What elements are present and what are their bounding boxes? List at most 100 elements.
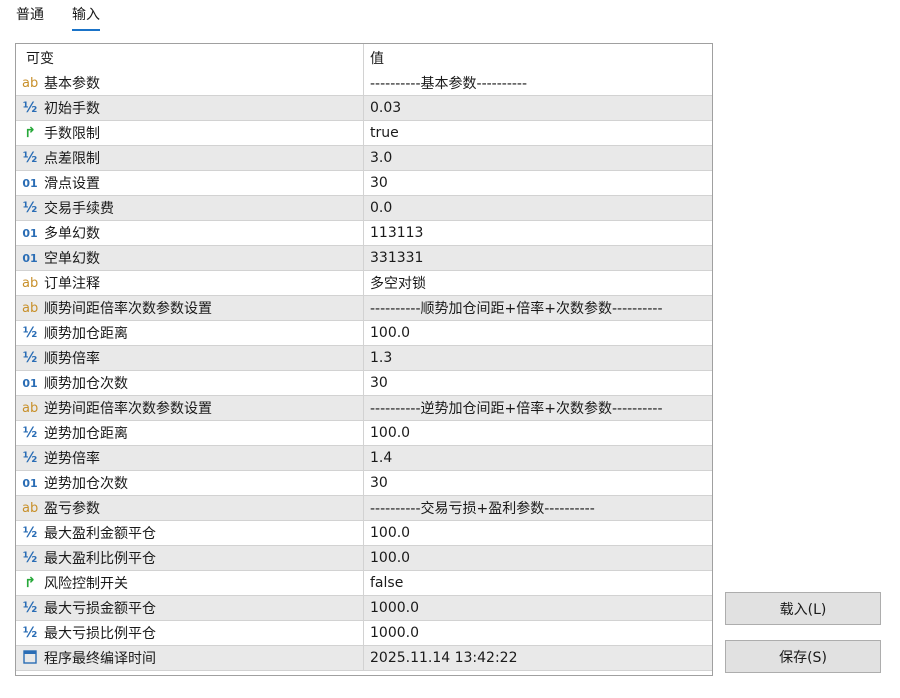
- param-value[interactable]: ----------逆势加仓间距+倍率+次数参数----------: [364, 398, 663, 418]
- param-value[interactable]: 100.0: [364, 525, 410, 541]
- tab-common[interactable]: 普通: [16, 4, 44, 31]
- param-value[interactable]: 331331: [364, 250, 423, 266]
- table-row[interactable]: ½ 顺势倍率 1.3: [16, 346, 712, 371]
- param-name: 最大亏损比例平仓: [44, 626, 156, 642]
- string-type-icon: ab: [22, 400, 39, 416]
- table-row[interactable]: 01 顺势加仓次数 30: [16, 371, 712, 396]
- table-row[interactable]: ½ 逆势倍率 1.4: [16, 446, 712, 471]
- param-name: 逆势倍率: [44, 451, 100, 467]
- param-value[interactable]: 100.0: [364, 325, 410, 341]
- column-header-value[interactable]: 值: [364, 48, 384, 68]
- param-name: 逆势加仓次数: [44, 476, 128, 492]
- param-name-cell: 01 空单幻数: [16, 246, 364, 270]
- param-value[interactable]: 多空对锁: [364, 273, 426, 293]
- table-row[interactable]: ½ 点差限制 3.0: [16, 146, 712, 171]
- param-value[interactable]: ----------顺势加仓间距+倍率+次数参数----------: [364, 298, 663, 318]
- param-value[interactable]: 100.0: [364, 425, 410, 441]
- table-row[interactable]: ab 订单注释 多空对锁: [16, 271, 712, 296]
- table-row[interactable]: 01 多单幻数 113113: [16, 221, 712, 246]
- param-value[interactable]: 30: [364, 175, 388, 191]
- tab-bar: 普通 输入: [16, 4, 100, 31]
- param-value[interactable]: ----------交易亏损+盈利参数----------: [364, 498, 595, 518]
- param-name: 基本参数: [44, 76, 100, 92]
- bool-type-icon: ↱: [24, 575, 36, 591]
- table-header: 可变 值: [16, 44, 712, 71]
- table-row[interactable]: ½ 顺势加仓距离 100.0: [16, 321, 712, 346]
- column-header-name[interactable]: 可变: [16, 44, 364, 71]
- double-type-icon: ½: [22, 450, 38, 466]
- tab-inputs[interactable]: 输入: [72, 4, 100, 31]
- param-value[interactable]: 1000.0: [364, 625, 419, 641]
- param-value[interactable]: 100.0: [364, 550, 410, 566]
- param-name: 顺势加仓次数: [44, 376, 128, 392]
- param-name: 最大盈利比例平仓: [44, 551, 156, 567]
- param-value[interactable]: 2025.11.14 13:42:22: [364, 650, 518, 666]
- table-row[interactable]: ½ 初始手数 0.03: [16, 96, 712, 121]
- param-name: 顺势加仓距离: [44, 326, 128, 342]
- param-name-cell: ab 盈亏参数: [16, 496, 364, 520]
- param-name: 点差限制: [44, 151, 100, 167]
- param-value[interactable]: 3.0: [364, 150, 392, 166]
- calendar-icon: [22, 649, 38, 667]
- param-name-cell: 程序最终编译时间: [16, 646, 364, 670]
- table-row[interactable]: ab 盈亏参数 ----------交易亏损+盈利参数----------: [16, 496, 712, 521]
- param-value[interactable]: 30: [364, 475, 388, 491]
- param-value[interactable]: 30: [364, 375, 388, 391]
- table-row[interactable]: ½ 逆势加仓距离 100.0: [16, 421, 712, 446]
- double-type-icon: ½: [22, 525, 38, 541]
- double-type-icon: ½: [22, 550, 38, 566]
- integer-type-icon: 01: [22, 226, 38, 240]
- integer-type-icon: 01: [22, 376, 38, 390]
- save-button[interactable]: 保存(S): [725, 640, 881, 673]
- table-row[interactable]: ab 顺势间距倍率次数参数设置 ----------顺势加仓间距+倍率+次数参数--…: [16, 296, 712, 321]
- param-value[interactable]: true: [364, 125, 399, 141]
- param-name: 逆势加仓距离: [44, 426, 128, 442]
- table-row[interactable]: 01 空单幻数 331331: [16, 246, 712, 271]
- param-value[interactable]: 1000.0: [364, 600, 419, 616]
- param-value[interactable]: false: [364, 575, 403, 591]
- table-row[interactable]: ↱ 风险控制开关 false: [16, 571, 712, 596]
- param-value[interactable]: 1.3: [364, 350, 392, 366]
- table-row[interactable]: ½ 最大盈利比例平仓 100.0: [16, 546, 712, 571]
- param-name: 最大亏损金额平仓: [44, 601, 156, 617]
- table-row[interactable]: ½ 最大亏损比例平仓 1000.0: [16, 621, 712, 646]
- double-type-icon: ½: [22, 150, 38, 166]
- table-row[interactable]: ½ 最大盈利金额平仓 100.0: [16, 521, 712, 546]
- table-row[interactable]: 01 逆势加仓次数 30: [16, 471, 712, 496]
- param-value[interactable]: 0.03: [364, 100, 401, 116]
- param-name: 多单幻数: [44, 226, 100, 242]
- param-name-cell: 01 多单幻数: [16, 221, 364, 245]
- param-value[interactable]: ----------基本参数----------: [364, 73, 527, 93]
- table-row[interactable]: 程序最终编译时间 2025.11.14 13:42:22: [16, 646, 712, 671]
- param-name: 空单幻数: [44, 251, 100, 267]
- string-type-icon: ab: [22, 75, 39, 91]
- param-value[interactable]: 113113: [364, 225, 423, 241]
- table-row[interactable]: ½ 最大亏损金额平仓 1000.0: [16, 596, 712, 621]
- param-name-cell: 01 滑点设置: [16, 171, 364, 195]
- param-name: 风险控制开关: [44, 576, 128, 592]
- string-type-icon: ab: [22, 300, 39, 316]
- integer-type-icon: 01: [22, 251, 38, 265]
- param-name-cell: ½ 点差限制: [16, 146, 364, 170]
- integer-type-icon: 01: [22, 476, 38, 490]
- table-row[interactable]: ab 逆势间距倍率次数参数设置 ----------逆势加仓间距+倍率+次数参数--…: [16, 396, 712, 421]
- param-value[interactable]: 0.0: [364, 200, 392, 216]
- param-name: 程序最终编译时间: [44, 651, 156, 667]
- param-name-cell: ab 基本参数: [16, 71, 364, 95]
- param-name-cell: ab 顺势间距倍率次数参数设置: [16, 296, 364, 320]
- param-name-cell: ↱ 手数限制: [16, 121, 364, 145]
- param-value[interactable]: 1.4: [364, 450, 392, 466]
- table-row[interactable]: 01 滑点设置 30: [16, 171, 712, 196]
- param-name: 最大盈利金额平仓: [44, 526, 156, 542]
- param-name: 滑点设置: [44, 176, 100, 192]
- param-name: 顺势倍率: [44, 351, 100, 367]
- bool-type-icon: ↱: [24, 125, 36, 141]
- table-row[interactable]: ↱ 手数限制 true: [16, 121, 712, 146]
- table-row[interactable]: ½ 交易手续费 0.0: [16, 196, 712, 221]
- param-name-cell: 01 逆势加仓次数: [16, 471, 364, 495]
- table-row[interactable]: ab 基本参数 ----------基本参数----------: [16, 71, 712, 96]
- param-name-cell: 01 顺势加仓次数: [16, 371, 364, 395]
- param-name: 手数限制: [44, 126, 100, 142]
- param-name: 订单注释: [44, 276, 100, 292]
- load-button[interactable]: 载入(L): [725, 592, 881, 625]
